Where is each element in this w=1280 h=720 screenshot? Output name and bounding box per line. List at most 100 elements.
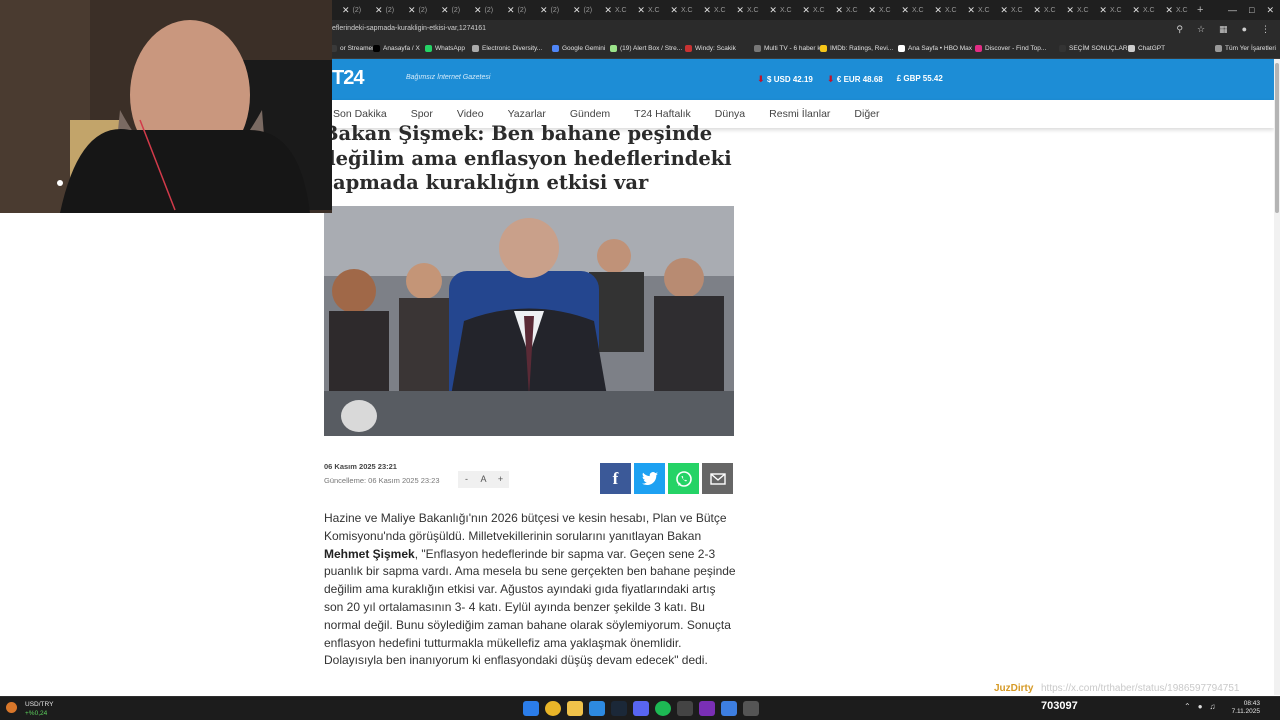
browser-tab[interactable]: ✕ (2) bbox=[500, 0, 533, 20]
browser-tab[interactable]: ✕ (2) bbox=[467, 0, 500, 20]
font-decrease-button[interactable]: - bbox=[458, 471, 475, 488]
browser-tab[interactable]: ✕ X.C bbox=[995, 0, 1028, 20]
scrollbar-thumb[interactable] bbox=[1275, 63, 1279, 213]
bookmark-item[interactable]: Ana Sayfa • HBO Max bbox=[898, 45, 972, 52]
nav-item[interactable]: T24 Haftalık bbox=[622, 108, 703, 120]
file-explorer-icon[interactable] bbox=[567, 701, 583, 716]
steam-icon[interactable] bbox=[611, 701, 627, 716]
browser-tab[interactable]: ✕ X.C bbox=[698, 0, 731, 20]
zoom-icon[interactable]: ⚲ bbox=[1176, 24, 1183, 35]
nav-item[interactable]: Son Dakika bbox=[332, 108, 399, 120]
browser-tab[interactable]: ✕ X.C bbox=[830, 0, 863, 20]
whatsapp-share-button[interactable] bbox=[668, 463, 699, 494]
browser-tab[interactable]: ✕ X.C bbox=[599, 0, 632, 20]
x-icon: ✕ bbox=[802, 4, 810, 15]
nav-item[interactable]: Yazarlar bbox=[496, 108, 558, 120]
x-icon: ✕ bbox=[440, 4, 449, 15]
bookmark-item[interactable]: Anasayfa / X bbox=[373, 45, 420, 52]
nav-item[interactable]: Diğer bbox=[842, 108, 891, 120]
new-tab-button[interactable]: + bbox=[1197, 4, 1203, 16]
volume-icon[interactable]: ♫ bbox=[1210, 702, 1216, 711]
chevron-up-icon[interactable]: ⌃ bbox=[1184, 702, 1191, 711]
browser-tab[interactable]: ✕ (2) bbox=[401, 0, 434, 20]
viewer-counter: 703097 bbox=[1041, 700, 1078, 712]
discord-icon[interactable] bbox=[633, 701, 649, 716]
bookmark-label: Electronic Diversity... bbox=[482, 45, 543, 52]
bookmark-item[interactable]: Windy: Scakik bbox=[685, 45, 736, 52]
browser-tab[interactable]: ✕ X.C bbox=[797, 0, 830, 20]
tab-title: X.C bbox=[1076, 6, 1089, 14]
bookmark-favicon-icon bbox=[754, 45, 761, 52]
browser-tab[interactable]: ✕ (2) bbox=[434, 0, 467, 20]
browser-tab[interactable]: ✕ (2) bbox=[335, 0, 368, 20]
bookmark-label: Ana Sayfa • HBO Max bbox=[908, 45, 973, 52]
minimize-icon[interactable]: — bbox=[1228, 5, 1237, 15]
address-bar-actions: ⚲ ☆ ▦ ● ⋮ bbox=[1176, 24, 1270, 35]
browser-tab[interactable]: ✕ X.C bbox=[1127, 0, 1160, 20]
browser-tab[interactable]: ✕ X.C bbox=[1160, 0, 1193, 20]
edge-icon[interactable] bbox=[589, 701, 605, 716]
bookmark-item[interactable]: Discover - Find Top... bbox=[975, 45, 1046, 52]
maximize-icon[interactable]: □ bbox=[1249, 5, 1254, 15]
extensions-icon[interactable]: ▦ bbox=[1219, 24, 1228, 35]
browser-tab[interactable]: ✕ X.C bbox=[665, 0, 698, 20]
nav-item[interactable]: Dünya bbox=[703, 108, 757, 120]
chrome-icon[interactable] bbox=[545, 701, 561, 716]
taskbar-apps bbox=[523, 701, 759, 716]
bookmark-item[interactable]: Google Gemini bbox=[552, 45, 605, 52]
browser-tab[interactable]: ✕ (2) bbox=[533, 0, 566, 20]
windows-start-icon[interactable] bbox=[523, 701, 539, 716]
bookmark-item[interactable]: Electronic Diversity... bbox=[472, 45, 542, 52]
browser-tab[interactable]: ✕ X.C bbox=[632, 0, 665, 20]
star-icon[interactable]: ☆ bbox=[1197, 24, 1205, 35]
clock[interactable]: 08:43 7.11.2025 bbox=[1232, 700, 1260, 716]
bookmark-item[interactable]: WhatsApp bbox=[425, 45, 465, 52]
overlay-link: https://x.com/trthaber/status/1986597794… bbox=[1041, 683, 1240, 694]
email-share-button[interactable] bbox=[702, 463, 733, 494]
x-icon: ✕ bbox=[769, 4, 777, 15]
bookmark-item[interactable]: IMDb: Ratings, Revi... bbox=[820, 45, 893, 52]
facebook-share-button[interactable]: f bbox=[600, 463, 631, 494]
browser-tab[interactable]: ✕ X.C bbox=[764, 0, 797, 20]
browser-tab[interactable]: ✕ (2) bbox=[368, 0, 401, 20]
tab-title: X.C bbox=[680, 6, 693, 14]
browser-tab[interactable]: ✕ X.C bbox=[929, 0, 962, 20]
nav-item[interactable]: Spor bbox=[399, 108, 445, 120]
browser-tab[interactable]: ✕ X.C bbox=[896, 0, 929, 20]
bookmark-item[interactable]: Tüm Yer İşaretleri bbox=[1215, 45, 1276, 52]
bookmark-item[interactable]: or Streamers bbox=[330, 45, 378, 52]
article-photo bbox=[324, 206, 734, 436]
bookmark-item[interactable]: SEÇİM SONUÇLARI... bbox=[1059, 45, 1135, 52]
app-icon-2[interactable] bbox=[699, 701, 715, 716]
browser-tab[interactable]: ✕ X.C bbox=[1061, 0, 1094, 20]
browser-tab[interactable]: ✕ X.C bbox=[863, 0, 896, 20]
nav-item[interactable]: Gündem bbox=[558, 108, 622, 120]
tab-title: X.C bbox=[647, 6, 660, 14]
close-icon[interactable]: ✕ bbox=[1266, 5, 1274, 16]
browser-tab[interactable]: ✕ X.C bbox=[1028, 0, 1061, 20]
app-icon[interactable] bbox=[677, 701, 693, 716]
browser-tab[interactable]: ✕ X.C bbox=[962, 0, 995, 20]
browser-tab[interactable]: ✕ (2) bbox=[566, 0, 599, 20]
bookmark-item[interactable]: Multi TV - 6 haber k... bbox=[754, 45, 826, 52]
profile-icon[interactable]: ● bbox=[1242, 24, 1247, 35]
browser-tab[interactable]: ✕ X.C bbox=[1094, 0, 1127, 20]
twitter-share-button[interactable] bbox=[634, 463, 665, 494]
bookmark-item[interactable]: (19) Alert Box / Stre... bbox=[610, 45, 682, 52]
site-logo[interactable]: T24 bbox=[332, 67, 364, 90]
font-increase-button[interactable]: + bbox=[492, 471, 509, 488]
browser-tab[interactable]: ✕ X.C bbox=[731, 0, 764, 20]
tab-title: X.C bbox=[779, 6, 792, 14]
url-text[interactable]: eflerindeki-sapmada-kurakligin-etkisi-va… bbox=[332, 25, 486, 32]
network-icon[interactable]: ● bbox=[1198, 702, 1203, 711]
page-scrollbar[interactable] bbox=[1274, 59, 1280, 695]
app-icon-4[interactable] bbox=[743, 701, 759, 716]
menu-icon[interactable]: ⋮ bbox=[1261, 24, 1270, 35]
spotify-icon[interactable] bbox=[655, 701, 671, 716]
nav-item[interactable]: Resmi İlanlar bbox=[757, 108, 842, 120]
bookmark-label: Anasayfa / X bbox=[383, 45, 420, 52]
app-icon-3[interactable] bbox=[721, 701, 737, 716]
bookmark-label: or Streamers bbox=[340, 45, 378, 52]
nav-item[interactable]: Video bbox=[445, 108, 496, 120]
bookmark-item[interactable]: ChatGPT bbox=[1128, 45, 1165, 52]
